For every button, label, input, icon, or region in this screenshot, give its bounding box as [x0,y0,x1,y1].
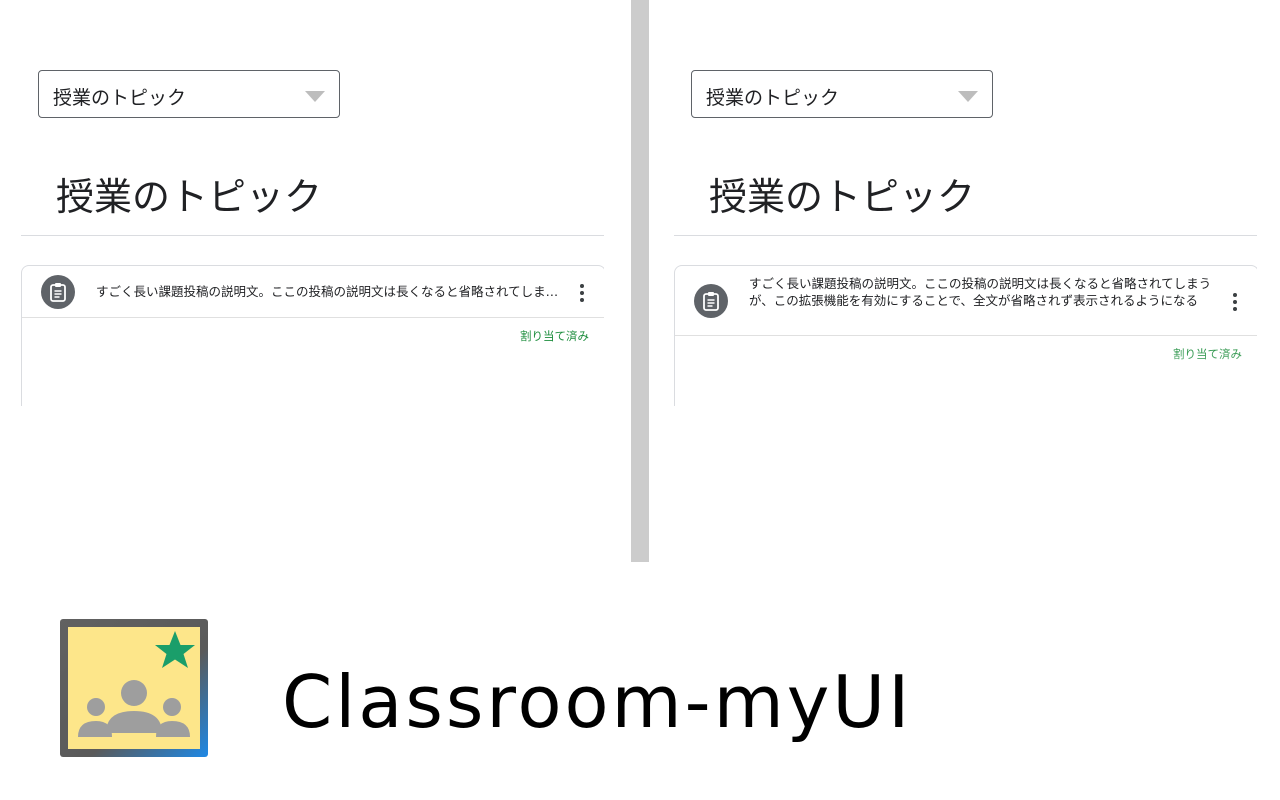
topic-dropdown[interactable]: 授業のトピック [691,70,993,118]
google-classroom-star-icon [60,619,208,757]
assignment-description: すごく長い課題投稿の説明文。ここの投稿の説明文は長くなると省略されてしまうが、こ… [749,276,1212,308]
assignment-card[interactable]: すごく長い課題投稿の説明文。ここの投稿の説明文は長くなると省略されてしまうが、こ… [21,265,604,406]
topic-divider [21,235,604,236]
assignment-icon [41,275,75,309]
topic-dropdown[interactable]: 授業のトピック [38,70,340,118]
assignment-card-header[interactable]: すごく長い課題投稿の説明文。ここの投稿の説明文は長くなると省略されてしまうが、こ… [675,266,1257,336]
right-panel-after: 授業のトピック 授業のトピック すごく長い課題投稿の説明文。ここの投稿の説明文は… [653,0,1257,562]
topic-heading: 授業のトピック [709,175,976,219]
dropdown-arrow-icon [958,91,978,102]
app-name: Classroom-myUI [282,660,913,744]
assignment-status: 割り当て済み [1173,347,1242,361]
left-panel-before: 授業のトピック 授業のトピック すごく長い課題投稿の説明文。ここの投稿の説明文は… [0,0,604,562]
assignment-card-header[interactable]: すごく長い課題投稿の説明文。ここの投稿の説明文は長くなると省略されてしまうが、こ… [22,266,604,318]
assignment-description: すごく長い課題投稿の説明文。ここの投稿の説明文は長くなると省略されてしまうが、こ… [96,284,559,299]
topic-dropdown-value: 授業のトピック [53,87,187,109]
app-logo [60,619,208,757]
topic-heading: 授業のトピック [56,175,323,219]
assignment-status: 割り当て済み [520,329,589,343]
dropdown-arrow-icon [305,91,325,102]
assignment-card[interactable]: すごく長い課題投稿の説明文。ここの投稿の説明文は長くなると省略されてしまうが、こ… [674,265,1257,406]
comparison-divider [631,0,649,562]
topic-divider [674,235,1257,236]
more-options-icon[interactable] [1228,293,1242,311]
topic-dropdown-value: 授業のトピック [706,87,840,109]
more-options-icon[interactable] [575,284,589,302]
assignment-icon [694,284,728,318]
